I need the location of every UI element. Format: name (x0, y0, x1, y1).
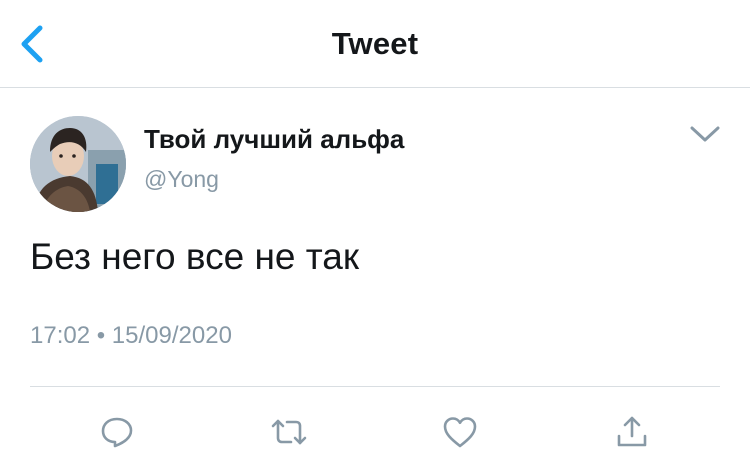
avatar-photo (30, 116, 126, 212)
tweet-timestamp: 17:02 • 15/09/2020 (30, 322, 232, 349)
share-button[interactable] (610, 410, 654, 454)
divider (30, 386, 720, 387)
top-nav-bar: Tweet (0, 0, 750, 88)
chevron-down-icon (690, 126, 720, 142)
like-button[interactable] (438, 410, 482, 454)
page-title: Tweet (331, 26, 419, 61)
retweet-icon (271, 419, 307, 445)
avatar[interactable] (30, 116, 126, 212)
reply-bubble-icon (101, 417, 133, 448)
share-icon (617, 416, 647, 447)
retweet-button[interactable] (267, 410, 311, 454)
user-handle[interactable]: @Yong (144, 166, 219, 193)
display-name[interactable]: Твой лучший альфа (144, 124, 404, 155)
reply-button[interactable] (95, 410, 139, 454)
tweet-text: Без него все не так (30, 236, 360, 277)
tweet-menu-button[interactable] (688, 122, 722, 146)
heart-icon (443, 417, 477, 448)
